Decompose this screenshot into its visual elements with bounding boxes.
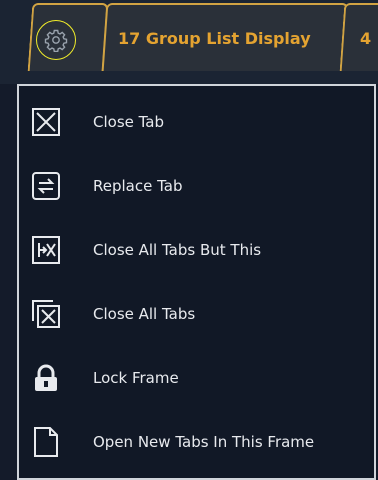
lock-icon: [29, 361, 63, 395]
close-tab-icon: [29, 105, 63, 139]
menu-item-label: Close All Tabs: [93, 305, 196, 323]
menu-item-close-tab[interactable]: Close Tab: [19, 90, 374, 154]
menu-item-replace-tab[interactable]: Replace Tab: [19, 154, 374, 218]
tab-context-menu: Close Tab Replace Tab Close All Tabs But…: [17, 84, 376, 480]
close-all-but-this-icon: [29, 233, 63, 267]
new-page-icon: [29, 425, 63, 459]
menu-item-lock-frame[interactable]: Lock Frame: [19, 346, 374, 410]
menu-item-label: Close All Tabs But This: [93, 241, 262, 259]
gear-icon-highlight[interactable]: [36, 20, 76, 60]
menu-item-open-new-tabs[interactable]: Open New Tabs In This Frame: [19, 410, 374, 474]
menu-item-label: Replace Tab: [93, 177, 183, 195]
menu-item-label: Lock Frame: [93, 369, 179, 387]
tab-label-group-list: 17 Group List Display: [118, 29, 311, 48]
tab-bar: 17 Group List Display 4: [0, 0, 378, 84]
tab-next[interactable]: [339, 3, 378, 71]
gear-icon: [44, 29, 68, 52]
menu-item-close-all-tabs[interactable]: Close All Tabs: [19, 282, 374, 346]
replace-tab-icon: [29, 169, 63, 203]
menu-item-label: Close Tab: [93, 113, 165, 131]
menu-item-label: Open New Tabs In This Frame: [93, 433, 315, 451]
menu-item-close-all-but-this[interactable]: Close All Tabs But This: [19, 218, 374, 282]
close-all-tabs-icon: [29, 297, 63, 331]
tab-label-next: 4: [360, 29, 372, 48]
